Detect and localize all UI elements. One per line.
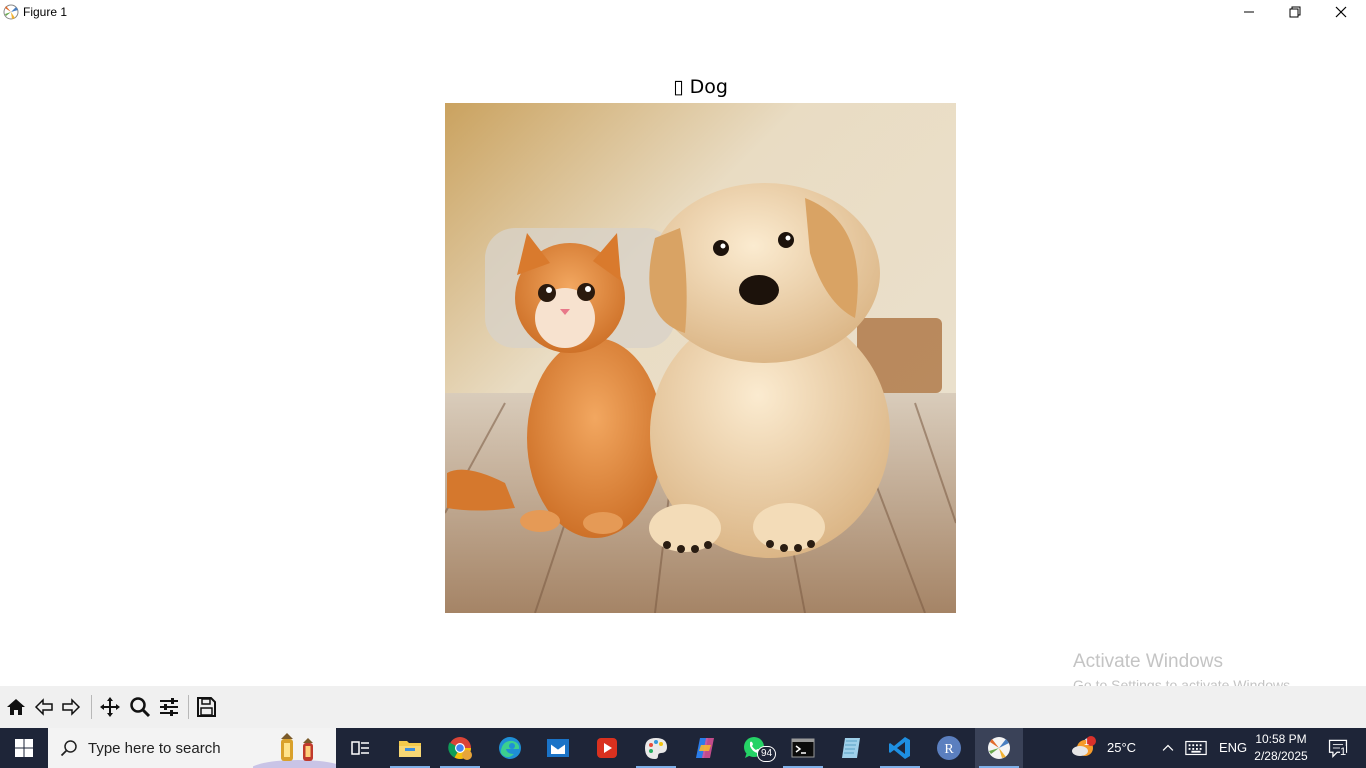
notification-count: 1 bbox=[1340, 746, 1347, 758]
matplotlib-icon bbox=[988, 737, 1010, 759]
configure-subplots-button[interactable] bbox=[156, 694, 182, 720]
show-hidden-icons-button[interactable] bbox=[1156, 728, 1180, 768]
r-app-icon: R bbox=[937, 736, 961, 760]
terminal-icon bbox=[791, 738, 815, 758]
edge-icon bbox=[499, 737, 521, 759]
keyboard-icon bbox=[1185, 740, 1207, 756]
chrome-icon bbox=[448, 737, 472, 760]
svg-text:R: R bbox=[944, 742, 954, 757]
lantern-decoration-icon bbox=[253, 733, 336, 768]
window-title: Figure 1 bbox=[23, 5, 68, 19]
save-icon bbox=[197, 697, 216, 717]
configure-subplots-icon bbox=[160, 698, 178, 716]
notepad-icon bbox=[842, 738, 860, 758]
home-icon bbox=[7, 699, 25, 715]
folder-icon bbox=[399, 741, 421, 757]
matplotlib-icon bbox=[3, 4, 19, 20]
notifications-button[interactable] bbox=[1318, 728, 1358, 768]
figure-window: Figure 1 ▯ Dog Activate Windows Go to Se… bbox=[0, 0, 1366, 768]
search-placeholder: Type here to search bbox=[88, 740, 221, 757]
whatsapp-unread-badge: 94 bbox=[757, 746, 776, 762]
toolbar-separator bbox=[91, 695, 92, 719]
task-view-button[interactable] bbox=[336, 728, 384, 768]
chrome-button[interactable] bbox=[436, 728, 484, 768]
restore-icon bbox=[1289, 6, 1301, 18]
matplotlib-figure-button[interactable] bbox=[975, 728, 1023, 768]
weather-alert-badge: 1 bbox=[1084, 737, 1090, 747]
task-view-icon bbox=[351, 741, 369, 755]
pan-icon bbox=[100, 697, 120, 717]
copilot-button[interactable] bbox=[681, 728, 729, 768]
figure-image bbox=[445, 103, 956, 613]
temperature-label[interactable]: 25°C bbox=[1107, 740, 1136, 755]
title-bar: Figure 1 bbox=[0, 0, 1366, 24]
media-player-icon bbox=[597, 738, 617, 758]
forward-icon bbox=[62, 698, 81, 716]
cat-and-dog-picture bbox=[445, 103, 956, 613]
file-explorer-button[interactable] bbox=[386, 728, 434, 768]
zoom-button[interactable] bbox=[127, 694, 153, 720]
mail-app-icon bbox=[547, 739, 569, 757]
close-button[interactable] bbox=[1318, 0, 1364, 24]
close-icon bbox=[1335, 6, 1347, 18]
notepad-button[interactable] bbox=[827, 728, 875, 768]
taskbar-search-box[interactable]: Type here to search bbox=[48, 728, 336, 768]
language-indicator[interactable]: ENG bbox=[1219, 740, 1247, 755]
media-player-button[interactable] bbox=[583, 728, 631, 768]
start-button[interactable] bbox=[0, 728, 48, 768]
toolbar-separator bbox=[188, 695, 189, 719]
zoom-icon bbox=[130, 697, 151, 718]
windows-logo-icon bbox=[15, 739, 33, 757]
navigation-toolbar bbox=[0, 686, 1366, 728]
whatsapp-button[interactable]: 94 bbox=[730, 728, 778, 768]
vscode-button[interactable] bbox=[876, 728, 924, 768]
search-icon bbox=[60, 740, 77, 757]
minimize-icon bbox=[1244, 11, 1254, 13]
activate-windows-title: Activate Windows bbox=[1073, 651, 1223, 672]
clock-time: 10:58 PM bbox=[1255, 732, 1307, 746]
pan-button[interactable] bbox=[97, 694, 123, 720]
restore-button[interactable] bbox=[1272, 0, 1318, 24]
back-button[interactable] bbox=[31, 694, 57, 720]
edge-button[interactable] bbox=[486, 728, 534, 768]
taskbar: Type here to search 94 R 1 25°C ENG 10:5… bbox=[0, 728, 1366, 768]
chevron-up-icon bbox=[1162, 744, 1174, 751]
copilot-icon bbox=[696, 738, 714, 758]
minimize-button[interactable] bbox=[1226, 0, 1272, 24]
terminal-button[interactable] bbox=[779, 728, 827, 768]
clock-date: 2/28/2025 bbox=[1254, 749, 1308, 763]
mail-button[interactable] bbox=[534, 728, 582, 768]
axes-title: ▯ Dog bbox=[673, 76, 728, 98]
touch-keyboard-button[interactable] bbox=[1182, 728, 1210, 768]
clock[interactable]: 10:58 PM 2/28/2025 bbox=[1248, 731, 1314, 765]
back-icon bbox=[34, 698, 53, 716]
paint-icon bbox=[645, 738, 667, 759]
paint-button[interactable] bbox=[632, 728, 680, 768]
save-button[interactable] bbox=[193, 694, 219, 720]
weather-widget-button[interactable] bbox=[1064, 728, 1104, 768]
forward-button[interactable] bbox=[58, 694, 84, 720]
r-app-button[interactable]: R bbox=[925, 728, 973, 768]
vscode-icon bbox=[889, 737, 910, 759]
home-button[interactable] bbox=[3, 694, 29, 720]
